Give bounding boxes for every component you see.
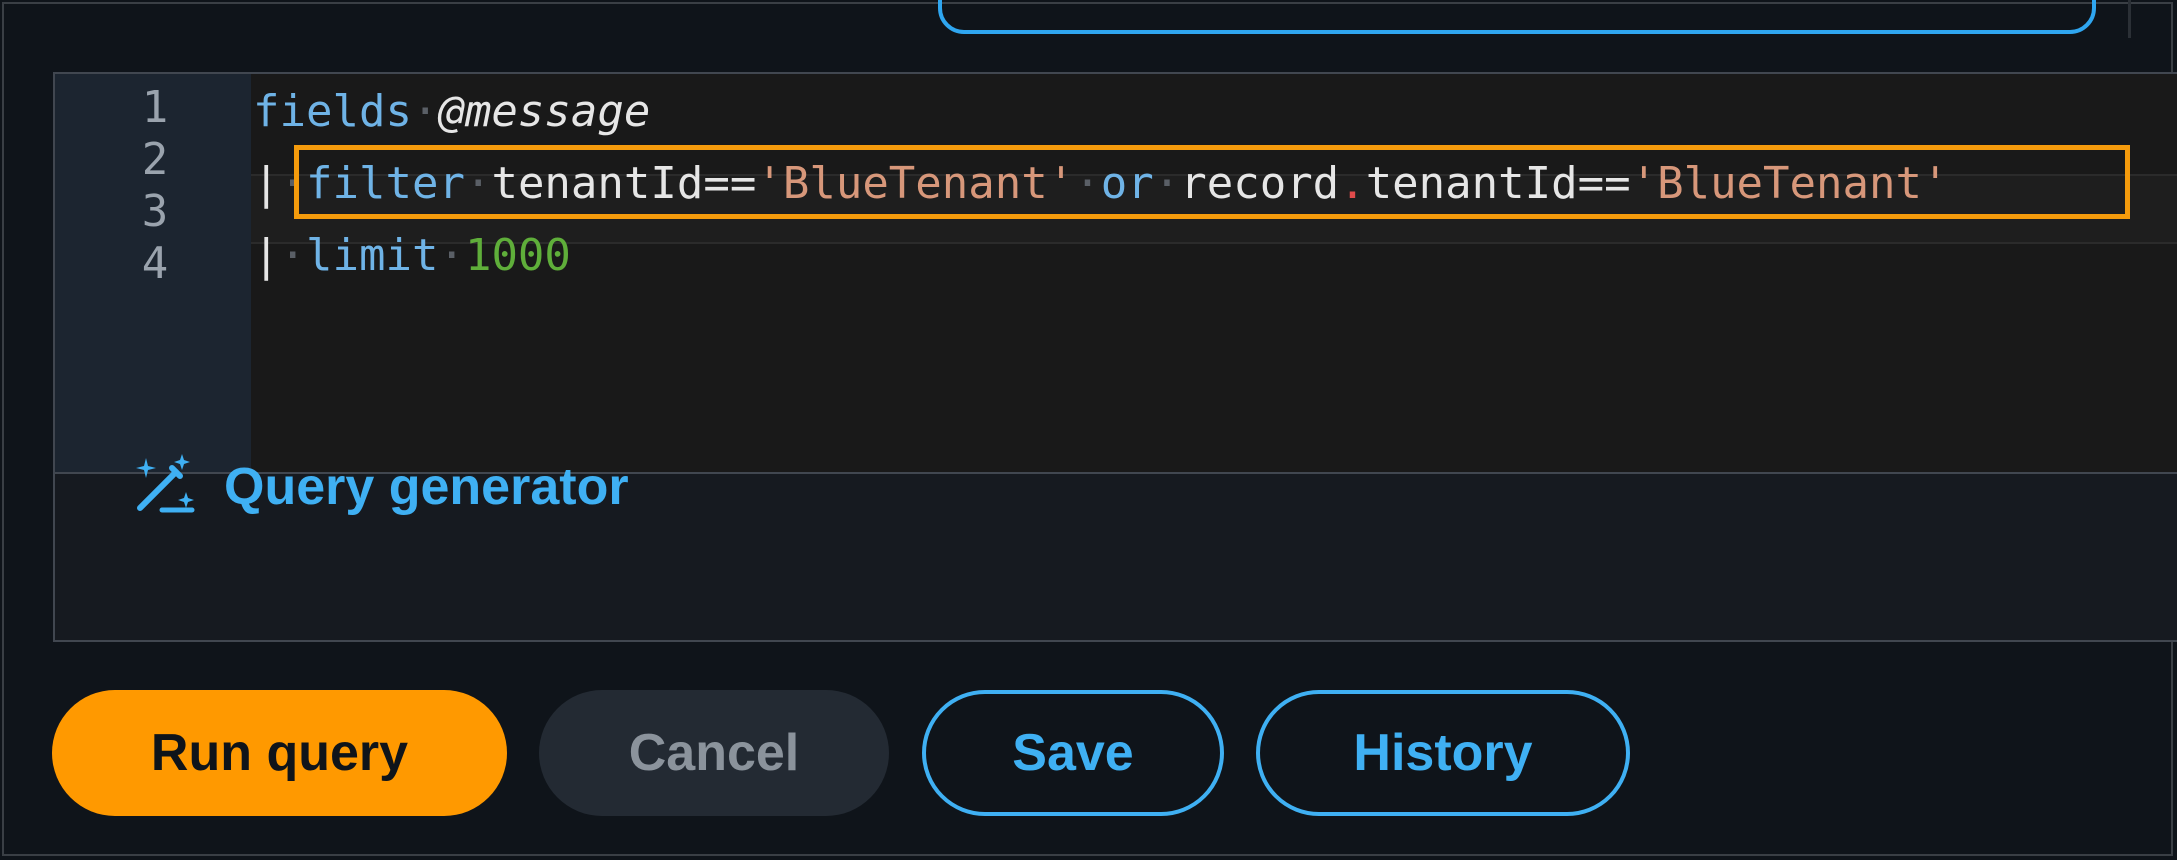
- cancel-button[interactable]: Cancel: [539, 690, 889, 816]
- code-line[interactable]: fields·@message: [253, 82, 650, 142]
- highlighted-filter-line: [294, 145, 2130, 219]
- code-token: @message: [438, 86, 651, 137]
- save-button[interactable]: Save: [922, 690, 1224, 816]
- magic-wand-icon: [132, 452, 196, 521]
- code-token: limit: [306, 230, 439, 281]
- whitespace-marker: ·: [411, 86, 439, 137]
- run-query-button[interactable]: Run query: [52, 690, 507, 816]
- code-token: |: [253, 230, 280, 281]
- query-generator-button[interactable]: Query generator: [132, 452, 629, 521]
- query-generator-label: Query generator: [224, 457, 629, 516]
- line-number: 4: [141, 238, 169, 289]
- code-token: fields: [253, 86, 412, 137]
- history-button[interactable]: History: [1256, 690, 1630, 816]
- whitespace-marker: ·: [438, 230, 465, 281]
- code-token: |: [253, 158, 280, 209]
- whitespace-marker: ·: [279, 230, 307, 281]
- divider: [2128, 0, 2131, 38]
- code-token: 1000: [464, 230, 571, 281]
- log-group-selector[interactable]: [938, 0, 2096, 34]
- code-line[interactable]: |·limit·1000: [253, 226, 571, 286]
